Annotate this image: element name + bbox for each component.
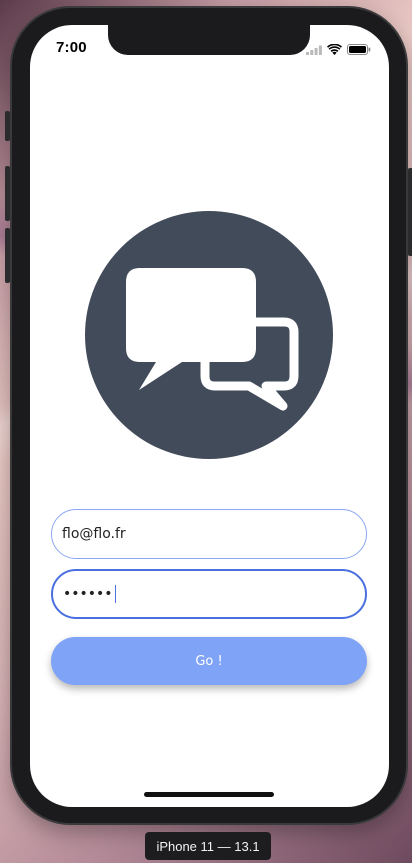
password-input[interactable]: ••••••: [51, 569, 367, 619]
email-input-value: flo@flo.fr: [62, 526, 126, 542]
simulator-device-label: iPhone 11 — 13.1: [145, 832, 271, 860]
password-input-value: ••••••: [63, 586, 113, 602]
battery-icon: [347, 42, 371, 60]
home-indicator[interactable]: [144, 792, 274, 797]
text-cursor: [114, 585, 117, 603]
power-button: [408, 168, 412, 256]
notch: [108, 25, 310, 55]
signal-icon: [306, 42, 322, 60]
simulator-device-frame: 7:00 flo@flo.fr •••••• Go !: [5, 8, 412, 823]
wifi-icon: [327, 42, 342, 60]
status-icons: [306, 42, 371, 60]
volume-down-button: [5, 228, 10, 283]
silent-switch: [5, 111, 10, 141]
go-button[interactable]: Go !: [51, 637, 367, 685]
status-time: 7:00: [56, 39, 87, 56]
app-logo: [84, 210, 334, 460]
volume-up-button: [5, 166, 10, 221]
email-input[interactable]: flo@flo.fr: [51, 509, 367, 559]
chat-bubbles-icon: [85, 211, 333, 459]
app-screen: 7:00 flo@flo.fr •••••• Go !: [30, 25, 389, 807]
